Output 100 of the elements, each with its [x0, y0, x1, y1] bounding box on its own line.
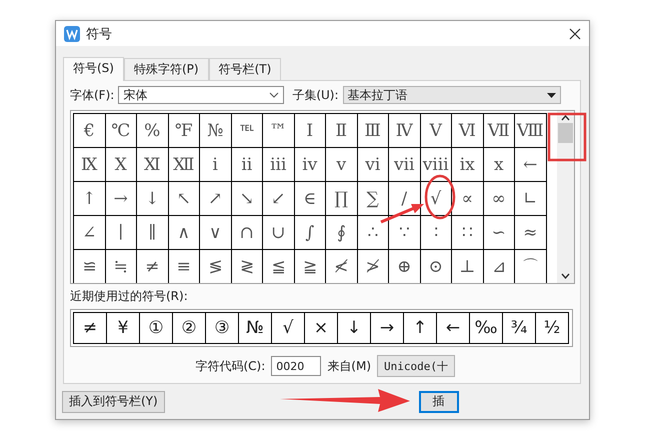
symbol-cell[interactable]: Ⅹ: [106, 148, 137, 182]
recent-symbol[interactable]: ‰: [469, 312, 503, 344]
recent-symbol[interactable]: №: [238, 312, 272, 344]
symbol-cell[interactable]: ↓: [137, 182, 168, 216]
symbol-cell[interactable]: Ⅴ: [420, 114, 452, 148]
tab[interactable]: 符号栏(T): [208, 58, 282, 80]
recent-symbol[interactable]: ¥: [106, 312, 140, 344]
symbol-cell[interactable]: ℃: [106, 114, 137, 148]
symbol-cell[interactable]: ⅶ: [389, 148, 420, 182]
scroll-thumb[interactable]: [558, 123, 573, 144]
recent-symbol[interactable]: ½: [535, 312, 569, 344]
symbol-cell[interactable]: ™: [263, 114, 294, 148]
symbol-cell[interactable]: ⊥: [452, 250, 484, 284]
symbol-cell[interactable]: ∝: [452, 182, 484, 216]
symbol-cell[interactable]: Ⅲ: [358, 114, 389, 148]
symbol-cell[interactable]: €: [74, 114, 106, 148]
symbol-cell[interactable]: ∶: [420, 216, 452, 250]
symbol-cell[interactable]: ≦: [263, 250, 294, 284]
symbol-cell[interactable]: Ⅷ: [515, 114, 546, 148]
subset-dropdown[interactable]: 基本拉丁语: [342, 86, 561, 104]
symbol-cell[interactable]: ∧: [168, 216, 200, 250]
char-code-field[interactable]: 0020: [271, 356, 322, 376]
recent-symbol[interactable]: ①: [139, 312, 173, 344]
symbol-cell[interactable]: ≷: [232, 250, 263, 284]
symbol-cell[interactable]: Ⅶ: [484, 114, 515, 148]
symbol-cell[interactable]: Ⅰ: [294, 114, 326, 148]
symbol-cell[interactable]: ⊕: [389, 250, 420, 284]
symbol-cell[interactable]: Ⅳ: [389, 114, 420, 148]
symbol-cell[interactable]: ≒: [106, 250, 137, 284]
symbol-cell[interactable]: ≮: [326, 250, 358, 284]
symbol-cell[interactable]: ℡: [232, 114, 263, 148]
scrollbar[interactable]: [557, 111, 574, 284]
recent-symbol[interactable]: ≠: [73, 312, 107, 344]
symbol-cell[interactable]: ↖: [168, 182, 200, 216]
recent-symbol[interactable]: ↓: [337, 312, 371, 344]
scroll-up-icon[interactable]: [561, 115, 570, 122]
symbol-cell[interactable]: ℉: [168, 114, 200, 148]
symbol-cell[interactable]: Ⅸ: [74, 148, 106, 182]
symbol-cell[interactable]: ∣: [106, 216, 137, 250]
close-icon[interactable]: [569, 28, 581, 40]
symbol-cell[interactable]: ∠: [74, 216, 106, 250]
symbol-cell[interactable]: Ⅱ: [326, 114, 358, 148]
symbol-cell[interactable]: ∈: [294, 182, 326, 216]
symbol-cell[interactable]: ∥: [137, 216, 168, 250]
symbol-cell[interactable]: ⅱ: [232, 148, 263, 182]
symbol-cell[interactable]: ↙: [263, 182, 294, 216]
symbol-cell[interactable]: ∽: [484, 216, 515, 250]
symbol-cell[interactable]: ∏: [326, 182, 358, 216]
symbol-cell[interactable]: Ⅺ: [137, 148, 168, 182]
symbol-cell[interactable]: ⅴ: [326, 148, 358, 182]
tab[interactable]: 符号(S): [63, 57, 124, 82]
symbol-cell[interactable]: ⅰ: [200, 148, 232, 182]
recent-symbol[interactable]: ③: [205, 312, 239, 344]
font-dropdown[interactable]: 宋体: [118, 86, 284, 104]
add-to-bar-button[interactable]: 插入到符号栏(Y): [62, 390, 165, 413]
symbol-cell[interactable]: ∮: [326, 216, 358, 250]
symbol-cell[interactable]: ∩: [232, 216, 263, 250]
symbol-cell[interactable]: ∟: [515, 182, 546, 216]
symbol-cell[interactable]: ⅸ: [452, 148, 484, 182]
symbol-cell[interactable]: ≠: [137, 250, 168, 284]
recent-symbol[interactable]: ×: [304, 312, 338, 344]
symbol-cell[interactable]: ⊙: [420, 250, 452, 284]
symbol-cell[interactable]: ∪: [263, 216, 294, 250]
symbol-cell[interactable]: ≶: [200, 250, 232, 284]
symbol-cell[interactable]: ∨: [200, 216, 232, 250]
symbol-cell[interactable]: ⅳ: [294, 148, 326, 182]
symbol-cell[interactable]: ←: [515, 148, 546, 182]
insert-button[interactable]: 插: [418, 390, 459, 413]
recent-symbol[interactable]: ②: [172, 312, 206, 344]
symbol-cell[interactable]: ⅲ: [263, 148, 294, 182]
symbol-cell[interactable]: →: [106, 182, 137, 216]
symbol-cell[interactable]: ⌒: [515, 250, 546, 284]
recent-symbol[interactable]: ¾: [502, 312, 536, 344]
symbol-cell[interactable]: ↗: [200, 182, 232, 216]
recent-symbol[interactable]: ←: [436, 312, 470, 344]
from-dropdown[interactable]: Unicode(十: [377, 355, 455, 378]
symbol-cell[interactable]: ⊿: [484, 250, 515, 284]
symbol-cell[interactable]: ⅵ: [358, 148, 389, 182]
symbol-cell[interactable]: ≌: [74, 250, 106, 284]
symbol-cell[interactable]: ≡: [168, 250, 200, 284]
symbol-cell[interactable]: Ⅵ: [452, 114, 484, 148]
recent-symbol[interactable]: →: [370, 312, 404, 344]
symbol-cell[interactable]: ∑: [358, 182, 389, 216]
scroll-down-icon[interactable]: [561, 273, 570, 280]
symbol-cell[interactable]: ∞: [484, 182, 515, 216]
recent-symbol[interactable]: ↑: [403, 312, 437, 344]
symbol-cell[interactable]: ∷: [452, 216, 484, 250]
symbol-cell[interactable]: ≧: [294, 250, 326, 284]
symbol-cell[interactable]: ⅷ: [420, 148, 452, 182]
symbol-cell[interactable]: Ⅻ: [168, 148, 200, 182]
symbol-cell[interactable]: ↘: [232, 182, 263, 216]
symbol-cell[interactable]: ≈: [515, 216, 546, 250]
symbol-cell[interactable]: ↑: [74, 182, 106, 216]
symbol-cell[interactable]: ∫: [294, 216, 326, 250]
symbol-cell[interactable]: ⅹ: [484, 148, 515, 182]
tab[interactable]: 特殊字符(P): [124, 58, 209, 80]
symbol-cell[interactable]: ≯: [358, 250, 389, 284]
symbol-cell[interactable]: %: [137, 114, 168, 148]
symbol-cell[interactable]: №: [200, 114, 232, 148]
recent-symbol[interactable]: √: [271, 312, 305, 344]
